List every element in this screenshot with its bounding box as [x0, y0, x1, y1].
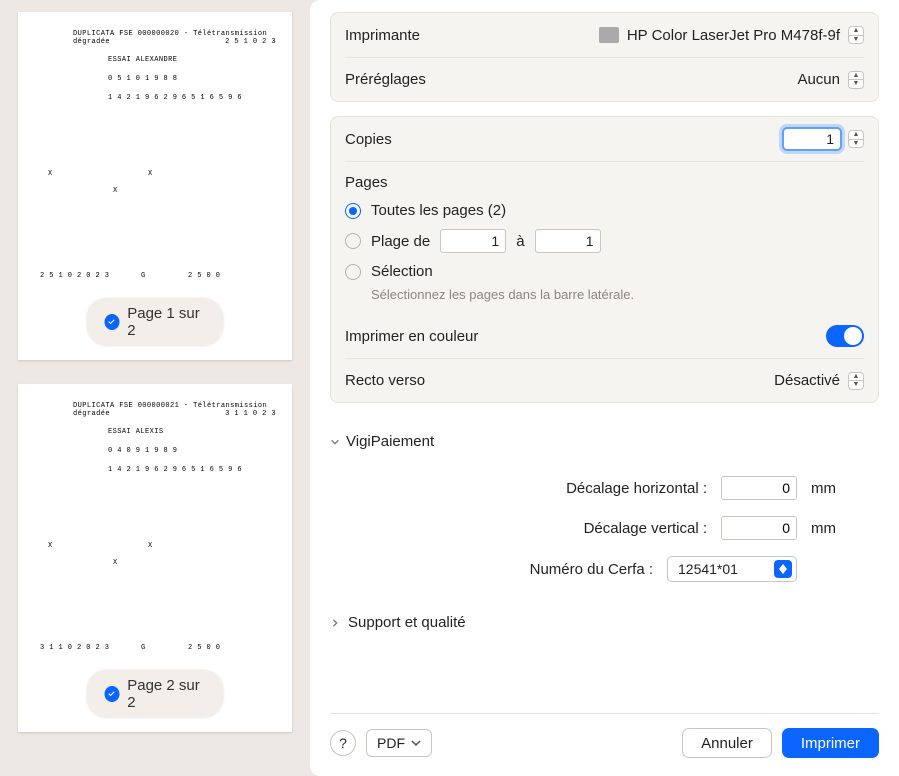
support-quality-toggle[interactable]: Support et qualité — [330, 590, 879, 631]
up-down-icon — [774, 560, 792, 578]
presets-value: Aucun — [797, 71, 840, 88]
preview-text: 3 1 1 0 2 3 — [225, 410, 276, 418]
h-offset-row: Décalage horizontal : mm — [330, 468, 879, 508]
preview-text: X — [113, 559, 118, 567]
dialog-footer: ? PDF Annuler Imprimer — [330, 713, 879, 776]
pages-range-label: Plage de — [371, 233, 430, 250]
range-sep: à — [516, 233, 524, 250]
color-toggle[interactable] — [826, 325, 864, 347]
color-row: Imprimer en couleur — [345, 314, 864, 358]
printer-label: Imprimante — [345, 27, 420, 44]
cancel-button[interactable]: Annuler — [682, 728, 772, 758]
printer-row[interactable]: Imprimante HP Color LaserJet Pro M478f-9… — [345, 13, 864, 57]
check-icon — [105, 314, 120, 330]
pdf-label: PDF — [377, 735, 405, 751]
page-badge: Page 2 sur 2 — [87, 670, 224, 718]
presets-row[interactable]: Préréglages Aucun ▲▼ — [345, 57, 864, 101]
preview-sidebar: DUPLICATA FSE 000000020 - Télétransmissi… — [0, 0, 310, 776]
preview-page-1[interactable]: DUPLICATA FSE 000000020 - Télétransmissi… — [18, 12, 292, 360]
check-icon — [105, 686, 120, 702]
pages-all-radio[interactable]: Toutes les pages (2) — [345, 197, 864, 224]
v-offset-label: Décalage vertical : — [527, 520, 707, 537]
vigipaiement-toggle[interactable]: VigiPaiement — [330, 423, 879, 468]
preview-text: G — [141, 644, 146, 652]
print-button[interactable]: Imprimer — [782, 728, 879, 758]
copies-pages-block: Copies ▲▼ Pages Toutes les pages (2) Pla… — [330, 116, 879, 403]
preview-text: 0 5 1 0 1 9 8 8 — [108, 75, 177, 83]
h-offset-input[interactable] — [721, 476, 797, 500]
printer-preset-block: Imprimante HP Color LaserJet Pro M478f-9… — [330, 12, 879, 102]
radio-icon — [345, 203, 361, 219]
preview-text: X — [113, 187, 118, 195]
pages-selection-help: Sélectionnez les pages dans la barre lat… — [345, 285, 864, 302]
preview-text: X — [48, 542, 53, 550]
preview-text: 0 4 0 9 1 9 8 9 — [108, 447, 177, 455]
print-panel: Imprimante HP Color LaserJet Pro M478f-9… — [310, 0, 899, 776]
preview-text: X — [48, 170, 53, 178]
cerfa-value: 12541*01 — [678, 561, 738, 577]
chevron-down-icon — [330, 437, 340, 447]
preview-text: ESSAI ALEXIS — [108, 428, 163, 436]
unit-label: mm — [811, 480, 839, 497]
preview-text: 2 5 1 0 2 0 2 3 — [40, 272, 109, 280]
duplex-label: Recto verso — [345, 372, 425, 389]
radio-icon — [345, 233, 361, 249]
cerfa-select[interactable]: 12541*01 — [667, 556, 797, 582]
range-to-input[interactable] — [535, 229, 601, 253]
preview-text: G — [141, 272, 146, 280]
h-offset-label: Décalage horizontal : — [527, 480, 707, 497]
unit-label: mm — [811, 520, 839, 537]
pages-label: Pages — [345, 162, 864, 197]
presets-label: Préréglages — [345, 71, 426, 88]
preview-text: X — [148, 170, 153, 178]
copies-stepper[interactable]: ▲▼ — [848, 130, 864, 148]
preview-text: 3 1 1 0 2 0 2 3 — [40, 644, 109, 652]
v-offset-input[interactable] — [721, 516, 797, 540]
copies-input[interactable] — [782, 127, 842, 151]
cerfa-label: Numéro du Cerfa : — [473, 561, 653, 578]
page-badge-label: Page 2 sur 2 — [127, 677, 205, 711]
duplex-row[interactable]: Recto verso Désactivé ▲▼ — [345, 358, 864, 402]
v-offset-row: Décalage vertical : mm — [330, 508, 879, 548]
printer-icon — [599, 27, 619, 43]
color-label: Imprimer en couleur — [345, 328, 478, 345]
copies-row: Copies ▲▼ — [345, 117, 864, 161]
up-down-icon: ▲▼ — [848, 372, 864, 390]
chevron-right-icon — [330, 618, 340, 628]
preview-text: 2 5 1 0 2 3 — [225, 38, 276, 46]
support-quality-title: Support et qualité — [348, 614, 466, 631]
preview-text: 2 5 0 0 — [188, 644, 220, 652]
page-badge: Page 1 sur 2 — [87, 298, 224, 346]
up-down-icon: ▲▼ — [848, 26, 864, 44]
copies-label: Copies — [345, 131, 392, 148]
pdf-menu-button[interactable]: PDF — [366, 729, 432, 757]
pages-range-radio[interactable]: Plage de à — [345, 224, 864, 258]
radio-icon — [345, 264, 361, 280]
printer-value: HP Color LaserJet Pro M478f-9f — [627, 27, 840, 44]
preview-text: ESSAI ALEXANDRE — [108, 56, 177, 64]
duplex-value: Désactivé — [774, 372, 840, 389]
preview-text: 2 5 0 0 — [188, 272, 220, 280]
chevron-down-icon — [411, 739, 421, 747]
preview-page-2[interactable]: DUPLICATA FSE 000000021 - Télétransmissi… — [18, 384, 292, 732]
pages-all-label: Toutes les pages (2) — [371, 202, 506, 219]
preview-text: 1 4 2 1 9 6 2 9 6 5 1 6 5 9 6 — [108, 466, 242, 474]
cerfa-row: Numéro du Cerfa : 12541*01 — [330, 548, 879, 590]
help-button[interactable]: ? — [330, 730, 356, 756]
pages-selection-label: Sélection — [371, 263, 433, 280]
range-from-input[interactable] — [440, 229, 506, 253]
vigipaiement-title: VigiPaiement — [346, 433, 434, 450]
vigipaiement-section: VigiPaiement Décalage horizontal : mm Dé… — [330, 423, 879, 631]
pages-selection-radio[interactable]: Sélection — [345, 258, 864, 285]
page-badge-label: Page 1 sur 2 — [127, 305, 205, 339]
preview-text: 1 4 2 1 9 6 2 9 6 5 1 6 5 9 6 — [108, 94, 242, 102]
up-down-icon: ▲▼ — [848, 71, 864, 89]
preview-text: X — [148, 542, 153, 550]
